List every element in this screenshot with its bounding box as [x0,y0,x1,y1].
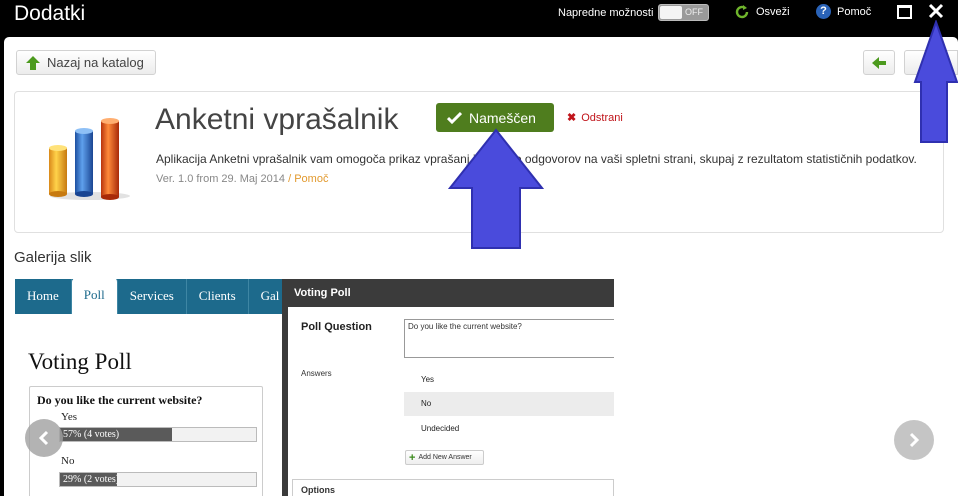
plus-icon: + [409,451,416,464]
annotation-arrow-up [448,128,544,249]
title-bar: Dodatki Napredne možnosti OFF Osveži ? P… [0,0,958,30]
refresh-label: Osveži [756,6,790,18]
bar-chart-logo [49,118,130,200]
app-version: Ver. 1.0 from 29. Maj 2014 [156,173,286,185]
previous-app-button[interactable] [863,50,895,75]
chevron-right-icon [909,432,920,448]
close-icon[interactable] [927,2,945,20]
screenshot-result-bar: 29% (2 votes) [59,472,257,487]
gallery-title: Galerija slik [14,249,92,266]
advanced-options-label: Napredne možnosti [558,7,654,19]
installed-label: Nameščen [469,109,536,126]
annotation-arrow-up-close [913,20,958,143]
screenshot-nav-bar: Home Poll Services Clients Gal [15,279,282,314]
screenshot-result-fill: 57% (4 votes) [60,428,172,441]
screenshot-answer-row: No [404,392,614,416]
help-icon: ? [816,4,831,19]
screenshot-dialog-title: Voting Poll [294,287,351,299]
screenshot-options-section: Options [292,479,614,496]
screenshot-poll-question-label: Poll Question [301,321,372,333]
help-label: Pomoč [837,5,872,18]
gallery-previous-button[interactable] [25,419,63,457]
toggle-state: OFF [685,7,703,17]
arrow-up-icon [26,55,40,70]
screenshot-add-answer-label: Add New Answer [418,454,472,461]
gallery-screenshot-2[interactable]: Voting Poll Poll Question Do you like th… [282,279,614,496]
app-help-link[interactable]: Pomoč [294,173,328,185]
screenshot-poll-question-input: Do you like the current website? [404,319,614,358]
remove-link[interactable]: ✖ Odstrani [567,111,623,125]
remove-icon: ✖ [567,112,577,124]
screenshot-add-answer-button: + Add New Answer [405,450,484,465]
maximize-icon[interactable] [897,5,912,19]
screenshot-option-label: Yes [61,411,78,423]
checkmark-icon [447,111,462,124]
back-to-catalog-button[interactable]: Nazaj na katalog [16,50,156,75]
advanced-options-toggle[interactable]: OFF [658,4,709,21]
remove-label: Odstrani [581,111,623,124]
screenshot-tab: Services [118,279,187,314]
window-title: Dodatki [14,2,86,25]
screenshot-tab: Clients [187,279,249,314]
screenshot-result-fill: 29% (2 votes) [60,473,117,486]
arrow-left-icon [872,56,886,69]
screenshot-answers-label: Answers [301,369,332,378]
app-meta: Ver. 1.0 from 29. Maj 2014 / Pomoč [156,173,328,185]
screenshot-tab: Home [15,279,72,314]
main-panel: Nazaj na katalog Anketni vprašalnik Name… [4,37,958,496]
refresh-icon [735,5,749,19]
gallery-screenshot-1[interactable]: Home Poll Services Clients Gal Voting Po… [15,279,282,496]
screenshot-tab-active: Poll [71,279,118,314]
screenshot-tab: Gal [249,279,282,314]
help-button[interactable]: ? Pomoč [816,4,871,19]
refresh-button[interactable]: Osveži [734,4,790,20]
screenshot-answer-row: Undecided [421,424,460,433]
chevron-left-icon [38,430,49,446]
screenshot-question: Do you like the current website? [37,393,203,407]
screenshot-result-bar: 57% (4 votes) [59,427,257,442]
screenshot-option-label: No [61,455,75,467]
screenshot-heading: Voting Poll [28,349,132,374]
screenshot-answer-row: Yes [421,375,435,384]
back-label: Nazaj na katalog [47,55,144,70]
gallery-next-button[interactable] [894,420,934,460]
meta-separator: / [285,173,295,185]
app-title: Anketni vprašalnik [155,103,399,136]
screenshot-dialog-body: Poll Question Do you like the current we… [288,307,614,496]
screenshot-poll-box: Do you like the current website? Yes 57%… [29,386,263,496]
toggle-knob [660,6,682,19]
